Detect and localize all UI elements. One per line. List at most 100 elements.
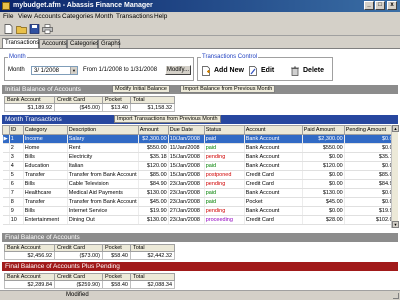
transactions-control-group: Transactions Control Add New Edit Delete <box>197 54 333 81</box>
modify-month-button[interactable]: Modify... <box>165 65 191 75</box>
open-folder-icon[interactable] <box>16 24 27 34</box>
column-header: Credit Card <box>54 244 103 252</box>
row-selector[interactable] <box>2 188 10 198</box>
final-bank-value: $2,456.92 <box>4 251 55 260</box>
column-header-paid-amount[interactable]: Paid Amount <box>301 125 345 135</box>
edit-button[interactable]: Edit <box>248 64 284 78</box>
row-selector[interactable] <box>2 215 10 225</box>
cell-amount: $19.90 <box>138 206 169 216</box>
final-pocket-value: $58.40 <box>102 251 131 260</box>
final-pending-title: Final Balance of Accounts Plus Pending <box>5 263 120 270</box>
column-header-account[interactable]: Account <box>243 125 303 135</box>
cell-due: 23/Jan/2008 <box>168 179 205 189</box>
tab-categories[interactable]: Categories <box>67 39 99 48</box>
scroll-up-icon[interactable]: ▲ <box>392 125 399 132</box>
add-new-label: Add New <box>214 67 244 74</box>
menu-help[interactable]: Help <box>154 13 167 20</box>
cell-status: paid <box>204 161 245 171</box>
menu-month[interactable]: Month <box>95 13 113 20</box>
menu-view[interactable]: View <box>18 13 32 20</box>
initial-pocket-value: $13.40 <box>102 103 131 112</box>
menu-accounts[interactable]: Accounts <box>34 13 61 20</box>
row-selector[interactable]: ▶ <box>2 134 10 144</box>
table-row[interactable]: 10 Entertainment Dining Out $130.00 23/Jan/2… <box>2 215 398 225</box>
column-header: Credit Card <box>54 96 103 104</box>
cell-account: Credit Card <box>244 170 303 180</box>
cell-id: 1 <box>9 134 24 144</box>
final-total-value: $2,442.32 <box>130 251 175 260</box>
row-selector[interactable] <box>2 161 10 171</box>
cell-account: Bank Account <box>244 134 303 144</box>
cell-due: 11/Jan/2008 <box>168 143 205 153</box>
scroll-down-icon[interactable]: ▼ <box>392 221 399 228</box>
cell-amount: $2,300.00 <box>138 134 169 144</box>
final-balance-header: Final Balance of Accounts <box>2 233 398 242</box>
add-document-icon <box>202 66 210 76</box>
table-row[interactable]: 3 Bills Electricity $35.18 15/Jan/2008 pendin… <box>2 152 398 162</box>
menu-transactions[interactable]: Transactions <box>116 13 153 20</box>
modify-initial-balance-button[interactable]: Modify Initial Balance <box>112 85 170 93</box>
month-transactions-header: Month Transactions Import Transactions f… <box>2 115 398 124</box>
column-header-id[interactable]: ID <box>8 125 24 135</box>
minimize-button[interactable]: _ <box>364 1 374 10</box>
tab-strip: Transactions Accounts Categories Graphs <box>0 38 400 48</box>
table-row[interactable]: 9 Bills Internet Service $19.90 27/Jan/2008 p… <box>2 206 398 216</box>
cell-id: 8 <box>9 197 24 207</box>
table-row[interactable]: ▶ 1 Income Salary $2,300.00 10/Jan/2008 paid Ba… <box>2 134 398 144</box>
cell-due: 23/Jan/2008 <box>168 215 205 225</box>
column-header-status[interactable]: Status <box>203 125 245 135</box>
cell-description: Italian <box>67 161 139 171</box>
tab-graphs[interactable]: Graphs <box>98 39 121 48</box>
close-button[interactable]: x <box>387 1 397 10</box>
tab-accounts[interactable]: Accounts <box>39 39 67 48</box>
cell-id: 3 <box>9 152 24 162</box>
delete-button[interactable]: Delete <box>290 64 330 78</box>
cell-due: 10/Jan/2008 <box>168 134 205 144</box>
pending-pocket-value: $58.40 <box>102 280 131 289</box>
cell-paid: $120.00 <box>302 161 345 171</box>
menu-file[interactable]: File <box>3 13 13 20</box>
column-header-due-date[interactable]: Due Date <box>167 125 205 135</box>
column-header-amount[interactable]: Amount <box>137 125 169 135</box>
row-selector[interactable] <box>2 152 10 162</box>
table-row[interactable]: 2 Home Rent $550.00 11/Jan/2008 paid Bank Acco… <box>2 143 398 153</box>
column-header-category[interactable]: Category <box>22 125 68 135</box>
print-icon[interactable] <box>42 24 53 34</box>
column-header-pending-amount[interactable]: Pending Amount <box>343 125 398 135</box>
month-select[interactable]: 3/ 1/2008 ▼ <box>31 66 78 75</box>
cell-account: Credit Card <box>244 215 303 225</box>
column-header-description[interactable]: Description <box>66 125 139 135</box>
cell-pending: $102.00 <box>344 215 398 225</box>
table-row[interactable]: 8 Transfer Transfer from Bank Account $45.0… <box>2 197 398 207</box>
row-selector[interactable] <box>2 206 10 216</box>
cell-amount: $130.00 <box>138 215 169 225</box>
column-header: Total <box>130 96 175 104</box>
maximize-button[interactable]: □ <box>375 1 385 10</box>
menu-categories[interactable]: Categories <box>62 13 93 20</box>
table-row[interactable]: 5 Transfer Transfer from Bank Account $85.0… <box>2 170 398 180</box>
new-file-icon[interactable] <box>3 24 14 34</box>
row-selector[interactable] <box>2 179 10 189</box>
import-transactions-button[interactable]: Import Transactions from Previous Month <box>114 115 221 123</box>
grid-scrollbar[interactable]: ▲ ▼ <box>391 125 399 228</box>
table-row[interactable]: 6 Bills Cable Television $84.90 23/Jan/2008 p… <box>2 179 398 189</box>
edit-pencil-icon <box>249 66 257 76</box>
cell-account: Bank Account <box>244 206 303 216</box>
cell-pending: $0.00 <box>344 134 398 144</box>
column-header: Pocket <box>102 96 131 104</box>
cell-amount: $45.00 <box>138 197 169 207</box>
transactions-grid-body: ▶ 1 Income Salary $2,300.00 10/Jan/2008 paid Ba… <box>2 134 398 225</box>
table-row[interactable]: 7 Healthcare Medical Aid Payments $130.00 23… <box>2 188 398 198</box>
import-balance-button[interactable]: Import Balance from Previous Month <box>180 85 276 93</box>
add-new-button[interactable]: Add New <box>201 64 245 78</box>
row-selector[interactable] <box>2 197 10 207</box>
save-icon[interactable] <box>29 24 40 34</box>
row-selector[interactable] <box>2 143 10 153</box>
row-selector[interactable] <box>2 170 10 180</box>
resize-grip-icon[interactable] <box>393 293 399 299</box>
table-row[interactable]: 4 Education Italian $120.00 15/Jan/2008 paid B… <box>2 161 398 171</box>
final-balance-table: Bank Account Credit Card Pocket Total $2… <box>4 244 175 260</box>
cell-category: Bills <box>23 179 68 189</box>
cell-amount: $550.00 <box>138 143 169 153</box>
tab-transactions[interactable]: Transactions <box>2 38 39 48</box>
